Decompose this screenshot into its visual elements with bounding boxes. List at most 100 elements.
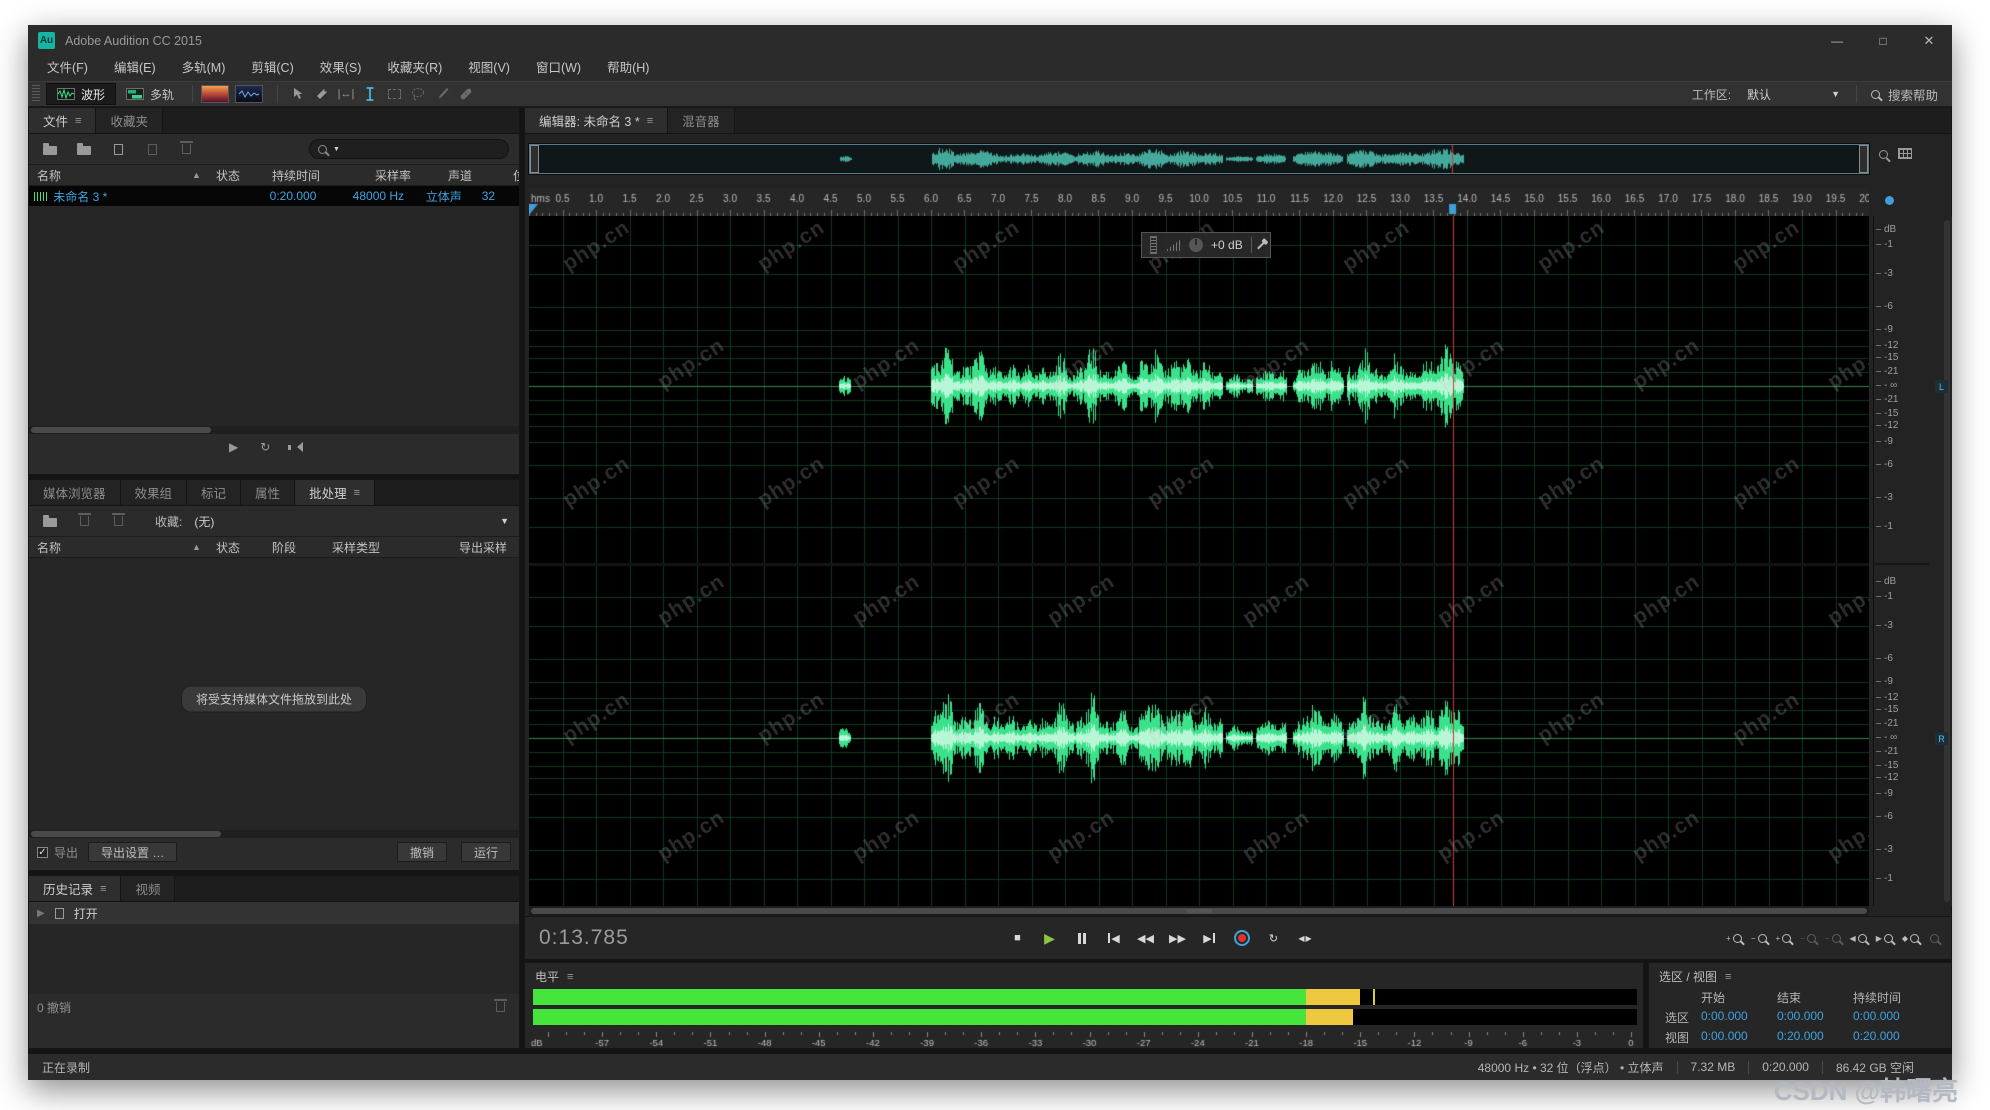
marquee-selection-tool[interactable] [382,83,406,105]
timeline-ruler[interactable] [529,188,1869,216]
tab-editor[interactable]: 编辑器: 未命名 3 * ≡ [525,108,668,133]
loop-playback-button[interactable]: ↻ [1261,927,1286,949]
history-item-open[interactable]: ▶ 打开 [29,902,519,924]
batch-horizontal-scrollbar[interactable] [29,830,519,838]
batch-remove-button[interactable] [73,511,95,531]
workspace-dropdown[interactable]: 默认 ▼ [1741,84,1846,105]
import-file-button[interactable] [73,139,95,159]
toolbar-grip[interactable] [32,85,40,103]
gain-hud[interactable]: +0 dB [1141,232,1271,258]
col-name[interactable]: 名称 [29,539,192,556]
zoom-in-left-button[interactable]: ◀ [1850,928,1867,948]
autoplay-speaker-icon[interactable] [292,442,303,452]
lasso-selection-tool[interactable] [406,83,430,105]
selection-duration[interactable]: 0:00.000 [1853,1009,1900,1023]
help-search[interactable]: 搜索帮助 [1856,85,1938,103]
sort-asc-icon[interactable]: ▲ [192,170,216,180]
zoom-out-time-button[interactable]: − [1800,928,1816,948]
pause-button[interactable] [1069,927,1094,949]
menu-item-1[interactable]: 编辑(E) [101,56,169,81]
record-button[interactable] [1229,927,1254,949]
col-channels[interactable]: 声道 [448,167,513,184]
rewind-button[interactable]: ◀◀ [1133,927,1158,949]
tab-media-browser[interactable]: 媒体浏览器 [29,480,121,505]
history-clear-button[interactable] [489,997,511,1017]
insert-to-multitrack-button[interactable] [141,139,163,159]
tab-files[interactable]: 文件 ≡ [29,108,96,133]
selection-end[interactable]: 0:00.000 [1777,1009,1824,1023]
col-sample-type[interactable]: 采样类型 [332,539,459,556]
undo-button[interactable]: 撤销 [397,842,447,862]
open-file-button[interactable] [39,139,61,159]
tab-batch-process[interactable]: 批处理 ≡ [295,480,375,505]
tab-mixer[interactable]: 混音器 [668,108,735,133]
gutter-marker-icon[interactable] [1885,196,1894,205]
gain-knob[interactable] [1189,238,1203,252]
zoom-navigator-icon[interactable] [1879,148,1888,162]
file-row[interactable]: 未命名 3 * 0:20.000 48000 Hz 立体声 32 [29,186,519,206]
batch-open-button[interactable] [39,511,61,531]
move-tool[interactable] [286,83,310,105]
overview-navigator[interactable] [529,144,1869,174]
editor-horizontal-scrollbar[interactable] [529,906,1869,916]
paintbrush-selection-tool[interactable] [430,83,454,105]
col-name[interactable]: 名称 [29,167,192,184]
panel-menu-icon[interactable]: ≡ [647,115,653,127]
menu-item-4[interactable]: 效果(S) [307,56,375,81]
view-end-handle[interactable] [1859,145,1868,173]
tab-effects-rack[interactable]: 效果组 [121,480,188,505]
maximize-button[interactable]: □ [1860,25,1906,56]
delete-file-button[interactable] [175,139,197,159]
overview-canvas[interactable] [530,145,1868,173]
menu-item-2[interactable]: 多轨(M) [169,56,239,81]
zoom-in-right-button[interactable]: ▶ [1876,928,1893,948]
menu-item-8[interactable]: 帮助(H) [594,56,662,81]
col-status[interactable]: 状态 [216,539,272,556]
menu-item-3[interactable]: 剪辑(C) [238,56,306,81]
zoom-out-full-button[interactable]: − [1825,928,1841,948]
waveform-display[interactable]: php.cnphp.cnphp.cnphp.cnphp.cnphp.cnphp.… [529,216,1869,906]
selection-start[interactable]: 0:00.000 [1701,1009,1748,1023]
vertical-scrollbar[interactable] [1929,216,1952,906]
batch-remove-all-button[interactable] [107,511,129,531]
view-start[interactable]: 0:00.000 [1701,1029,1748,1043]
files-horizontal-scrollbar[interactable] [29,426,519,434]
col-stage[interactable]: 阶段 [272,539,332,556]
favorite-dropdown[interactable]: (无) [194,513,214,530]
sort-asc-icon[interactable]: ▲ [192,542,216,552]
zoom-in-amplitude-button[interactable]: + [1726,928,1742,948]
col-status[interactable]: 状态 [216,167,272,184]
view-duration[interactable]: 0:20.000 [1853,1029,1900,1043]
menu-item-0[interactable]: 文件(F) [34,56,101,81]
tab-video[interactable]: 视频 [121,876,175,901]
channel-R-badge[interactable]: R [1935,732,1948,745]
meter-bar-right[interactable] [533,1009,1637,1025]
tab-history[interactable]: 历史记录 ≡ [29,876,121,901]
panel-menu-icon[interactable]: ≡ [567,971,573,983]
col-export-sample[interactable]: 导出采样 [459,539,519,556]
skip-to-start-button[interactable]: ◀ [1101,927,1126,949]
meter-bar-left[interactable] [533,989,1637,1005]
view-start-handle[interactable] [530,145,539,173]
tab-favorites[interactable]: 收藏夹 [96,108,163,133]
menu-item-6[interactable]: 视图(V) [455,56,523,81]
col-sample-rate[interactable]: 采样率 [375,167,448,184]
run-button[interactable]: 运行 [461,842,511,862]
close-button[interactable]: ✕ [1906,25,1952,56]
level-meter-bars[interactable] [533,989,1637,1029]
multitrack-mode-button[interactable]: 多轨 [116,83,184,105]
skip-to-end-button[interactable]: ▶ [1197,927,1222,949]
scrollbar-grip[interactable] [1186,909,1212,913]
loop-preview-button[interactable]: ↻ [260,440,270,454]
time-selection-tool[interactable] [358,83,382,105]
preview-play-button[interactable]: ▶ [229,440,238,454]
menu-item-7[interactable]: 窗口(W) [523,56,594,81]
waveform-mode-button[interactable]: 波形 [46,83,116,105]
minimize-button[interactable]: — [1814,25,1860,56]
menu-item-5[interactable]: 收藏夹(R) [374,56,455,81]
panel-menu-icon[interactable]: ≡ [354,487,360,499]
skip-cursor-button[interactable]: ◀▶ [1293,927,1318,949]
grid-settings-icon[interactable] [1898,148,1912,159]
channel-L-badge[interactable]: L [1935,380,1948,393]
stop-button[interactable]: ■ [1005,927,1030,949]
